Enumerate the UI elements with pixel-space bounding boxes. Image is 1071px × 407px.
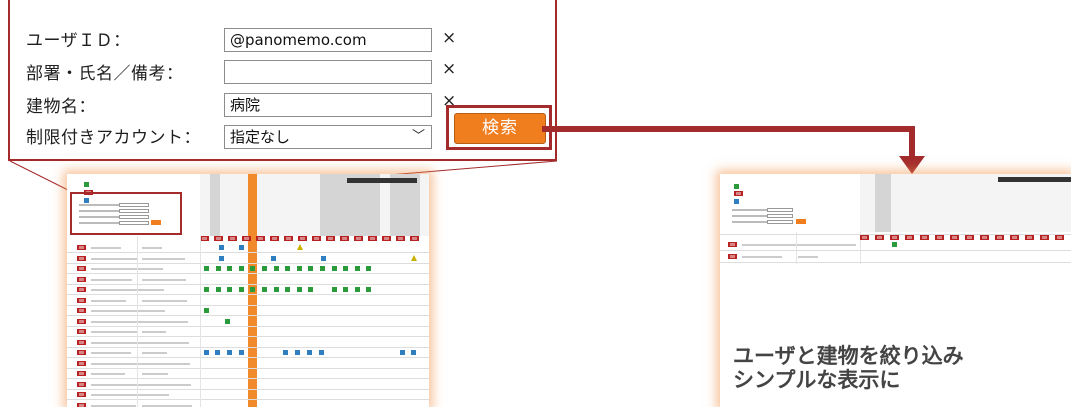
header-mini-icon <box>284 236 293 241</box>
header-mini-icon <box>965 235 974 240</box>
row-mini-icon <box>77 266 86 271</box>
header-mini-icon <box>875 235 884 240</box>
header-mini-icon <box>270 236 279 241</box>
filter-highlight-box <box>70 192 182 235</box>
row-mini-icon <box>77 382 86 387</box>
row-mini-icon <box>77 277 86 282</box>
header-mini-icon <box>368 236 377 241</box>
header-mini-icon <box>242 236 251 241</box>
header-mini-icon <box>1055 235 1064 240</box>
caption-line-1: ユーザと建物を絞り込み <box>733 344 964 368</box>
header-dark-bar <box>347 178 417 183</box>
header-columns-area <box>860 174 1071 232</box>
row-mini-icon <box>77 319 86 324</box>
header-mini-icon <box>214 236 223 241</box>
row-mini-icon <box>77 245 86 250</box>
header-mini-icon <box>382 236 391 241</box>
header-mini-icon <box>312 236 321 241</box>
row-mini-icon <box>77 361 86 366</box>
row-mini-icon <box>77 392 86 397</box>
header-mini-icon <box>396 236 405 241</box>
header-mini-icon <box>340 236 349 241</box>
header-mini-icon <box>860 235 869 240</box>
header-mini-icon <box>1025 235 1034 240</box>
header-mini-icon <box>1040 235 1049 240</box>
header-mini-icon <box>1010 235 1019 240</box>
header-mini-icon <box>980 235 989 240</box>
row-mini-icon <box>77 256 86 261</box>
row-mini-icon <box>77 350 86 355</box>
header-mini-icon <box>326 236 335 241</box>
screenshot-before <box>67 174 429 407</box>
row-mini-icon <box>77 287 86 292</box>
row-mini-icon <box>77 329 86 334</box>
header-mini-icon <box>905 235 914 240</box>
header-dark-bar <box>998 177 1071 182</box>
header-mini-icon <box>920 235 929 240</box>
header-mini-icon <box>228 236 237 241</box>
row-mini-icon <box>77 371 86 376</box>
header-mini-icon <box>298 236 307 241</box>
header-mini-icon <box>200 236 209 241</box>
down-arrow-icon <box>899 156 925 174</box>
connector-line-horizontal <box>542 126 915 132</box>
header-mini-icon <box>354 236 363 241</box>
header-mini-icon <box>950 235 959 240</box>
row-mini-icon <box>77 308 86 313</box>
row-mini-icon <box>77 340 86 345</box>
caption-line-2: シンプルな表示に <box>733 368 901 392</box>
connector-line-vertical <box>909 126 915 158</box>
caption: ユーザと建物を絞り込み シンプルな表示に <box>733 344 964 392</box>
header-mini-icon <box>935 235 944 240</box>
header-mini-icon <box>995 235 1004 240</box>
header-mini-icon <box>410 236 419 241</box>
row-mini-icon <box>77 403 86 407</box>
header-mini-icon <box>256 236 265 241</box>
header-mini-icon <box>890 235 899 240</box>
row-mini-icon <box>77 298 86 303</box>
